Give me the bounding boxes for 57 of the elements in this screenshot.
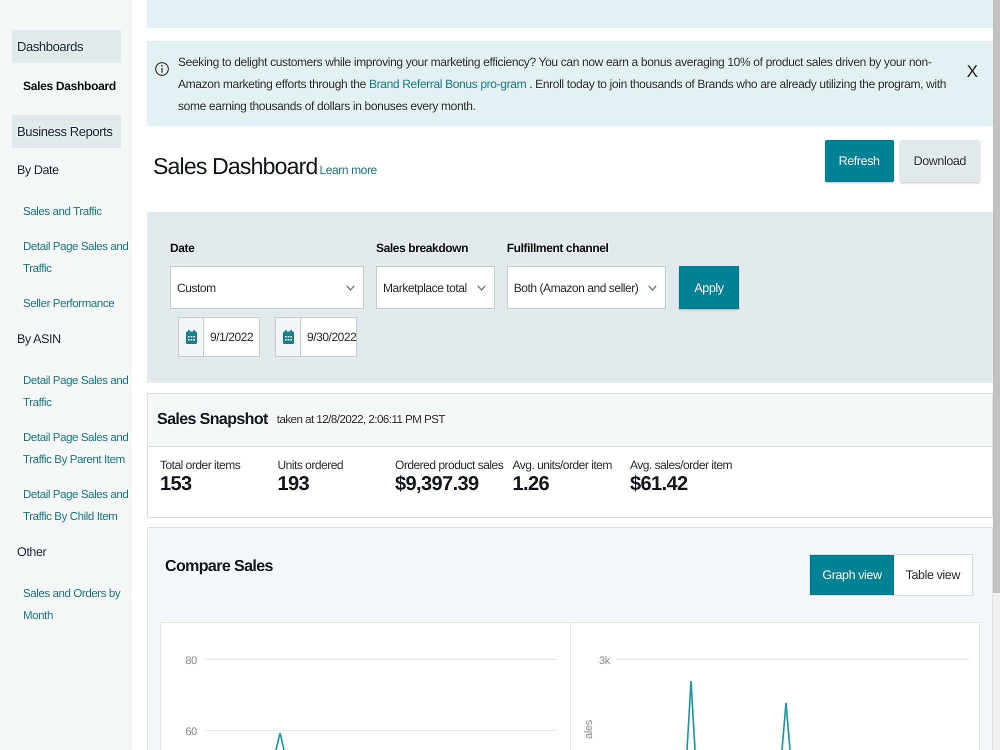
metric-label: Ordered product sales [395, 458, 504, 472]
sidebar-link[interactable]: Sales and Traffic [23, 201, 102, 223]
metric-value: 1.26 [512, 472, 550, 496]
metric-label: Avg. units/order item [512, 458, 612, 472]
sidebar-link[interactable]: Detail Page Sales and Traffic By Child Item [23, 484, 131, 528]
date-field[interactable]: 9/30/2022 [275, 317, 357, 357]
sidebar-section-header: Business Reports [12, 115, 121, 148]
sidebar-group-label: By ASIN [16, 331, 61, 348]
sidebar-link[interactable]: Sales and Orders by Month [23, 583, 131, 627]
view-toggle-button[interactable]: Table view [894, 555, 972, 595]
apply-button[interactable]: Apply [679, 266, 739, 309]
axis-tick-label: 3k [598, 655, 610, 667]
view-toggle-button[interactable]: Graph view [810, 555, 894, 595]
axis-tick-label: 80 [185, 655, 197, 667]
chevron-down-icon [476, 284, 486, 290]
learn-more-link[interactable]: Learn more [319, 163, 377, 177]
axis-tick-label: 60 [185, 726, 197, 738]
bonus-program-link[interactable]: Brand Referral Bonus pro-gram [368, 76, 526, 90]
chevron-down-icon [648, 284, 658, 290]
metric-label: Avg. sales/order item [630, 458, 732, 472]
info-icon [155, 62, 169, 76]
date-field[interactable]: 9/1/2022 [178, 317, 260, 357]
section-title: Sales Snapshot [157, 411, 268, 429]
sidebar-group-label: Other [16, 544, 46, 561]
snapshot-timestamp: taken at 12/8/2022, 2:06:11 PM PST [276, 414, 445, 426]
sidebar-link[interactable]: Detail Page Sales and Traffic By Parent Item [23, 427, 131, 471]
chevron-down-icon [346, 284, 355, 290]
filter-label: Date [170, 241, 194, 255]
sidebar-link[interactable]: Seller Performance [23, 293, 114, 315]
metric-label: Units ordered [278, 458, 344, 472]
select-dropdown[interactable]: Marketplace total [376, 266, 495, 309]
sidebar-link[interactable]: Sales Dashboard [23, 75, 116, 97]
page-title: Sales Dashboard [153, 153, 318, 179]
filter-label: Fulfillment channel [506, 241, 608, 255]
close-button[interactable]: X [964, 61, 980, 83]
scrollbar-thumb[interactable] [993, 0, 1000, 593]
select-dropdown[interactable]: Both (Amazon and seller) [506, 266, 666, 309]
sidebar-section-header: Dashboards [12, 30, 121, 63]
section-title: Compare Sales [165, 557, 273, 577]
axis-title: ales [583, 720, 595, 739]
action-button[interactable]: Refresh [824, 140, 894, 182]
metric-label: Total order items [160, 458, 240, 472]
calendar-icon [186, 330, 196, 344]
sidebar-link[interactable]: Detail Page Sales and Traffic [23, 236, 131, 280]
sales-trend-line [275, 732, 285, 750]
filter-label: Sales breakdown [376, 241, 468, 255]
action-button[interactable]: Download [900, 140, 980, 182]
metric-value: $9,397.39 [395, 472, 479, 496]
notice-text: Seeking to delight customers while improving your marketing efficiency? You can now earn a bonus averaging 10% of product sales driven by your non-Amazon marketing efforts through the Brand Referral Bonus pro-gram . Enroll today to join thousands of Brands who are already utilizing the program, with some earning thousands of dollars in bonuses every month. [178, 54, 948, 114]
scrollbar[interactable] [993, 0, 1000, 750]
select-dropdown[interactable]: Custom [170, 266, 364, 309]
sidebar-group-label: By Date [16, 162, 59, 179]
calendar-icon [282, 330, 294, 344]
metric-value: 153 [160, 472, 192, 496]
sidebar-link[interactable]: Detail Page Sales and Traffic [23, 370, 131, 414]
metric-value: 193 [278, 472, 310, 496]
metric-value: $61.42 [630, 472, 688, 496]
